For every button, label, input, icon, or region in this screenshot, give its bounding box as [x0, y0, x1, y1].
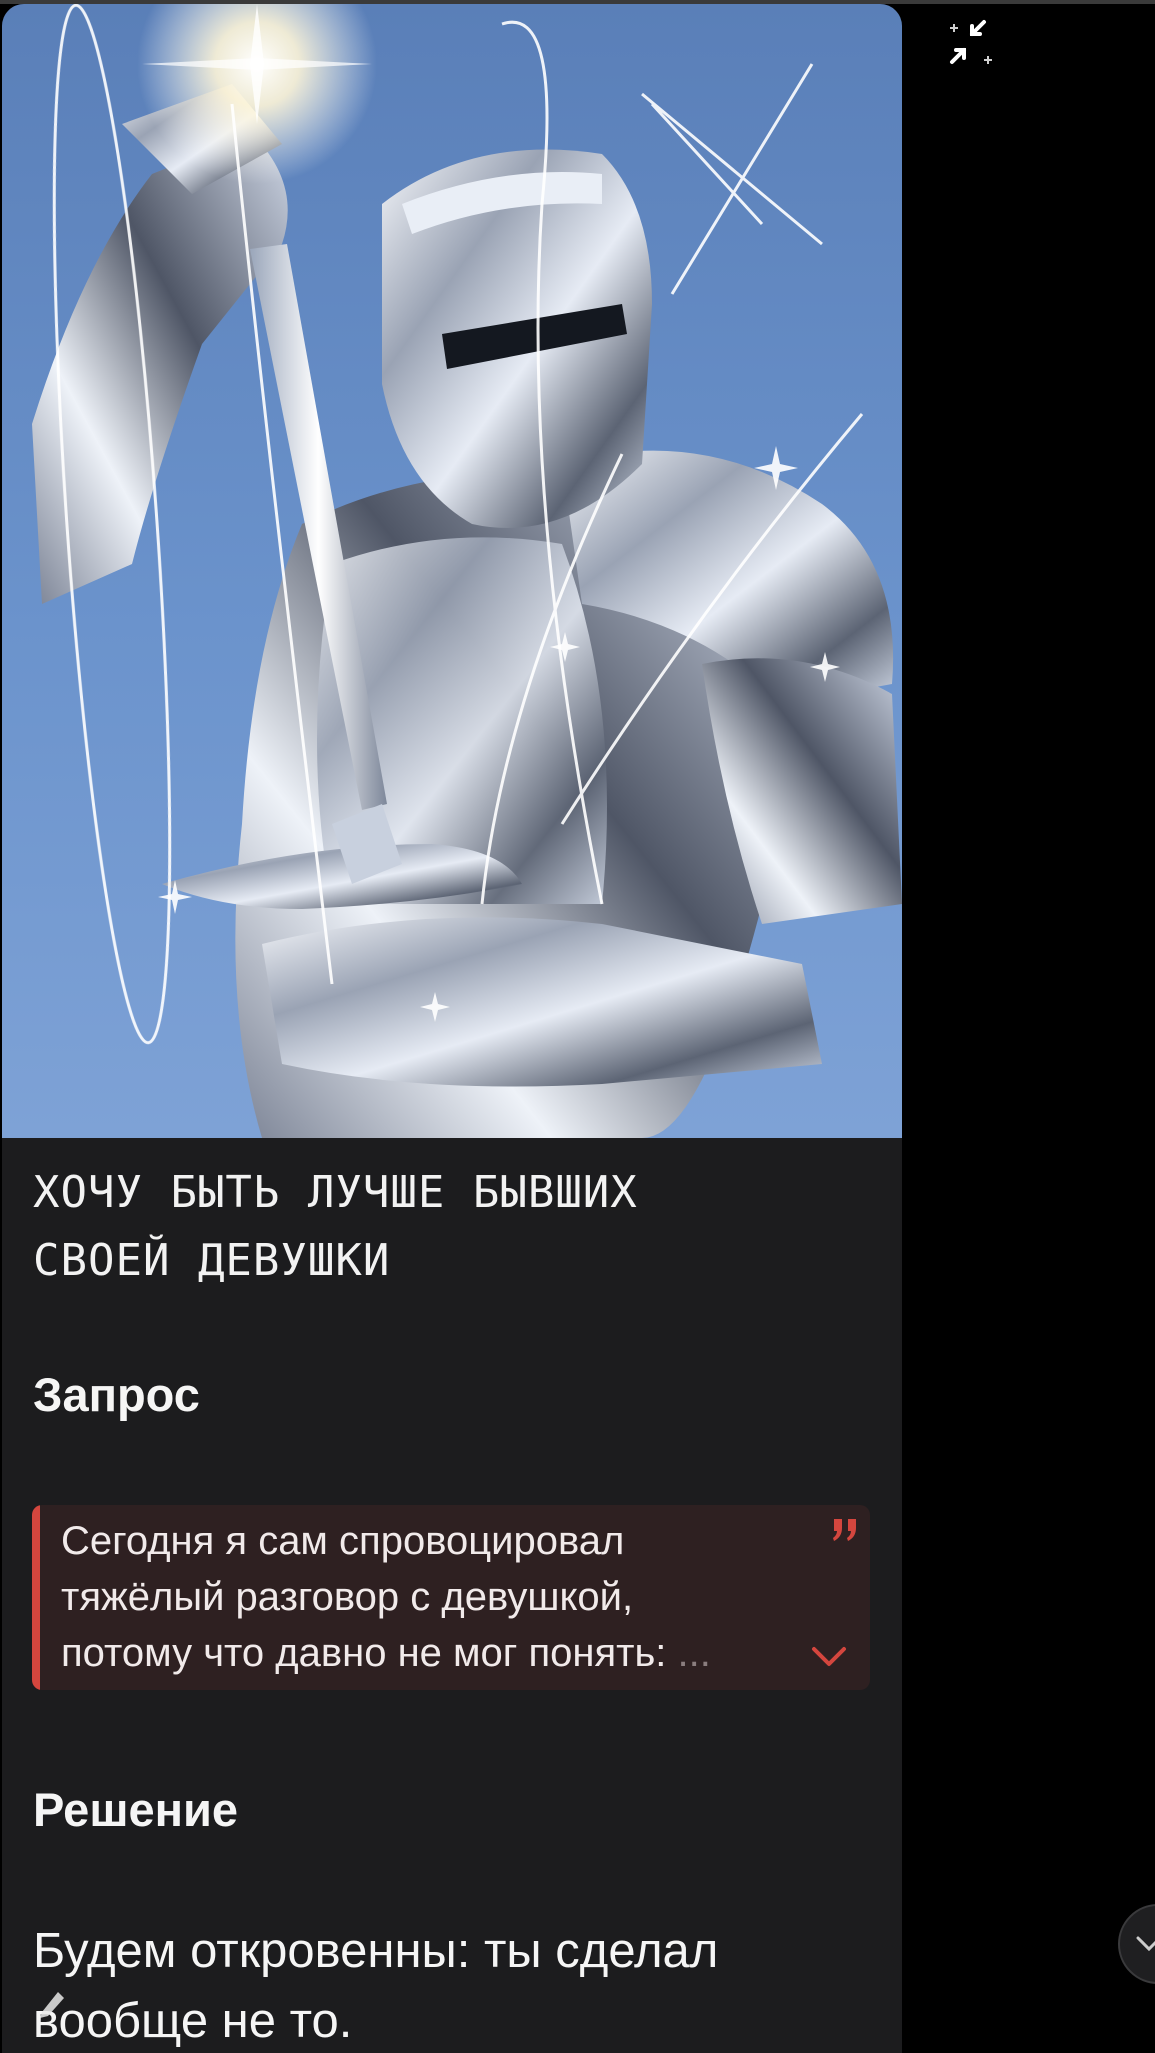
scroll-down-icon [1136, 1936, 1155, 1952]
quote-icon [830, 1517, 860, 1543]
quote-text: Сегодня я сам спровоцировал тяжёлый разг… [61, 1519, 711, 1675]
quote-accent-bar [32, 1505, 40, 1690]
answer-text: Будем откровенны: ты сделал вообще не то… [33, 1924, 719, 2048]
post-image[interactable] [2, 4, 902, 1138]
collapse-icon[interactable] [940, 14, 1000, 74]
quote-ellipsis: ... [677, 1631, 711, 1675]
post-headline: ХОЧУ БЫТЬ ЛУЧШЕ БЫВШИХ СВОЕЙ ДЕВУШКИ [33, 1167, 638, 1286]
scroll-down-button[interactable] [1118, 1904, 1155, 1984]
chevron-down-icon[interactable] [810, 1645, 848, 1669]
blockquote[interactable]: Сегодня я сам спровоцировал тяжёлый разг… [32, 1505, 870, 1690]
pen-icon [36, 1986, 70, 2020]
solution-title: Решение [33, 1783, 239, 1836]
post-card: ХОЧУ БЫТЬ ЛУЧШЕ БЫВШИХ СВОЕЙ ДЕВУШКИ Зап… [2, 4, 902, 2053]
request-title: Запрос [33, 1368, 200, 1421]
